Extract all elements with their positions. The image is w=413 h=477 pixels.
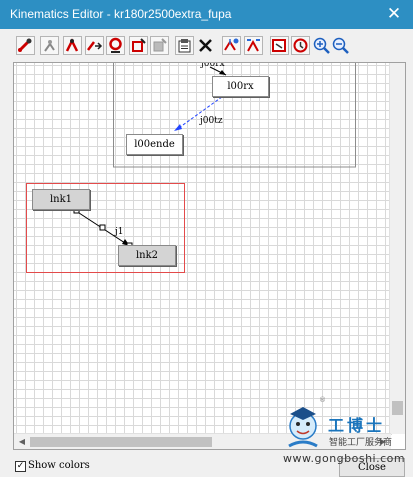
- show-colors-checkbox[interactable]: ✓: [15, 461, 26, 472]
- edge-j00tz-arrow: [174, 124, 182, 131]
- edge-label-j00tz: j00tz: [200, 116, 223, 126]
- move-link-icon[interactable]: [222, 36, 241, 55]
- zoom-out-icon[interactable]: [331, 36, 350, 55]
- edge-j1-handle-mid: [99, 224, 106, 231]
- move-joint-icon[interactable]: [244, 36, 263, 55]
- show-colors-label: Show colors: [28, 460, 90, 471]
- edit-joint-icon[interactable]: [85, 36, 104, 55]
- paste-icon[interactable]: [175, 36, 194, 55]
- mascot-icon: [288, 407, 318, 448]
- edit-link-icon[interactable]: [63, 36, 82, 55]
- delete-icon[interactable]: [196, 36, 215, 55]
- scroll-left-icon[interactable]: ◀: [14, 434, 30, 449]
- cut-icon[interactable]: [150, 36, 169, 55]
- joint-properties-icon[interactable]: [129, 36, 148, 55]
- window-title: Kinematics Editor - kr180r2500extra_fupa: [10, 7, 232, 21]
- watermark-brand: 工博士: [328, 416, 386, 435]
- window-close-icon[interactable]: ✕: [383, 3, 405, 25]
- toolbar: [0, 29, 413, 62]
- title-bar: Kinematics Editor - kr180r2500extra_fupa…: [0, 0, 413, 29]
- layout-icon[interactable]: [270, 36, 289, 55]
- create-link-icon[interactable]: [16, 36, 35, 55]
- vertical-scrollbar[interactable]: [389, 63, 405, 434]
- watermark-subtitle: 智能工厂服务商: [329, 438, 393, 448]
- watermark-reg: ®: [319, 396, 326, 404]
- refresh-icon[interactable]: [291, 36, 310, 55]
- node-l00ende[interactable]: l00ende: [126, 134, 183, 155]
- horizontal-scroll-thumb[interactable]: [30, 437, 212, 447]
- node-lnk2[interactable]: lnk2: [118, 245, 176, 266]
- edge-label-j00rx: j00rx: [201, 62, 225, 69]
- create-joint-icon[interactable]: [40, 36, 59, 55]
- watermark-url: www.gongboshi.com: [283, 452, 406, 465]
- zoom-in-icon[interactable]: [312, 36, 331, 55]
- link-properties-icon[interactable]: [106, 36, 125, 55]
- edge-label-j1: j1: [115, 227, 124, 237]
- node-l00rx[interactable]: l00rx: [212, 76, 269, 97]
- node-lnk1[interactable]: lnk1: [32, 189, 90, 210]
